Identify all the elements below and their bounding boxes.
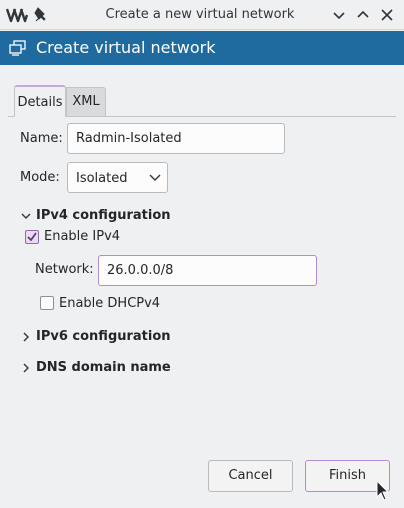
- enable-ipv4-label[interactable]: Enable IPv4: [44, 229, 120, 244]
- ipv4-section-title[interactable]: IPv4 configuration: [36, 208, 171, 223]
- ipv6-section-title[interactable]: IPv6 configuration: [36, 329, 171, 344]
- name-input-value: Radmin-Isolated: [76, 131, 182, 146]
- expander-collapsed-icon[interactable]: [21, 332, 31, 342]
- mode-select[interactable]: Isolated: [67, 162, 168, 193]
- mode-label: Mode:: [20, 170, 60, 185]
- dialog-header: Create virtual network: [0, 31, 404, 65]
- dialog-title: Create virtual network: [36, 38, 216, 57]
- minimize-icon[interactable]: [329, 5, 349, 25]
- tab-details[interactable]: Details: [14, 85, 66, 117]
- enable-dhcpv4-checkbox[interactable]: [40, 296, 54, 310]
- name-label: Name:: [20, 131, 63, 146]
- expander-collapsed-icon[interactable]: [21, 363, 31, 373]
- name-input[interactable]: Radmin-Isolated: [67, 123, 285, 154]
- mouse-cursor-icon: [376, 480, 390, 501]
- close-icon[interactable]: [377, 5, 397, 25]
- expander-expanded-icon[interactable]: [21, 211, 31, 221]
- maximize-icon[interactable]: [353, 5, 373, 25]
- chevron-down-icon: [149, 174, 161, 181]
- cancel-button[interactable]: Cancel: [208, 460, 293, 492]
- network-input-value: 26.0.0.0/8: [107, 263, 174, 278]
- mode-select-value: Isolated: [76, 171, 128, 186]
- virt-manager-logo-icon: [6, 8, 28, 23]
- dns-section-title[interactable]: DNS domain name: [36, 360, 171, 375]
- window-titlebar: Create a new virtual network: [0, 0, 404, 30]
- enable-ipv4-checkbox[interactable]: [25, 230, 39, 244]
- network-input[interactable]: 26.0.0.0/8: [98, 255, 317, 286]
- enable-dhcpv4-label[interactable]: Enable DHCPv4: [59, 296, 160, 311]
- check-icon: [27, 232, 37, 242]
- window-title: Create a new virtual network: [105, 7, 295, 22]
- network-icon: [9, 40, 26, 56]
- pin-icon[interactable]: [33, 6, 47, 24]
- network-label: Network:: [35, 262, 94, 277]
- tab-xml[interactable]: XML: [66, 87, 106, 117]
